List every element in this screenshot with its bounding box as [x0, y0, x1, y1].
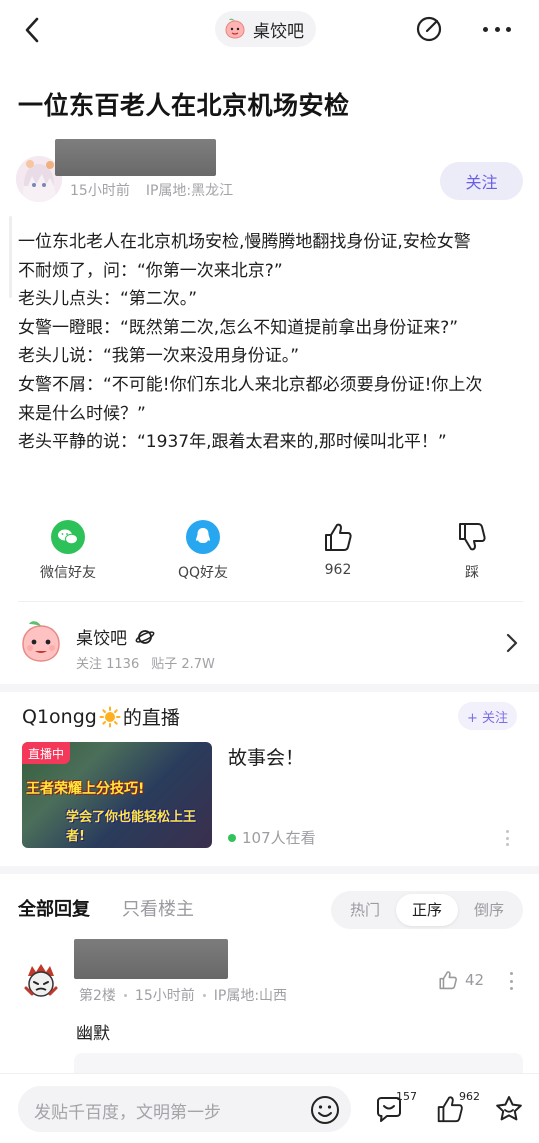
- viewer-count: 107人在看: [242, 829, 316, 847]
- more-dot-icon: [506, 26, 511, 32]
- emoji-icon[interactable]: [309, 1094, 341, 1126]
- top-bar: 桌饺吧: [0, 0, 539, 60]
- forum-card-name-row: 桌饺吧: [76, 624, 155, 649]
- comment-ip: IP属地:山西: [213, 988, 288, 1004]
- body-line: 不耐烦了，问：“你第一次来北京?”: [18, 260, 283, 281]
- body-line: 一位东北老人在北京机场安检,慢腾腾地翻找身份证,安检女警: [18, 232, 471, 252]
- edit-icon: [416, 16, 442, 42]
- sort-ascending[interactable]: 正序: [396, 894, 458, 926]
- sort-descending[interactable]: 倒序: [458, 894, 520, 926]
- reply-tabs: 全部回复 只看楼主: [18, 895, 194, 921]
- forum-card-stats: 关注 1136 贴子 2.7W: [76, 653, 215, 672]
- tab-all-replies[interactable]: 全部回复: [18, 895, 90, 921]
- cartoon-avatar-icon: [18, 958, 64, 1004]
- body-line: 来是什么时候？”: [18, 403, 146, 424]
- share-qq-label: QQ好友: [177, 565, 229, 581]
- edit-button[interactable]: [414, 14, 444, 44]
- quote-bar: [9, 216, 12, 298]
- forum-pill-name: 桌饺吧: [253, 21, 304, 42]
- reply-placeholder: 发贴千百度，文明第一步: [34, 1103, 221, 1123]
- back-button[interactable]: [18, 14, 48, 46]
- more-dot-icon: [483, 26, 488, 32]
- live-header-suffix: 的直播: [122, 707, 180, 729]
- body-line: 老头平静的说：“1937年,跟着太君来的,那时候叫北平！”: [18, 432, 447, 453]
- post-body: 一位东北老人在北京机场安检,慢腾腾地翻找身份证,安检女警 不耐烦了，问：“你第一…: [18, 228, 523, 457]
- share-actions: 微信好友 QQ好友 962 踩: [0, 520, 539, 582]
- live-viewers: 107人在看: [228, 827, 316, 848]
- share-wechat-label: 微信好友: [40, 565, 96, 581]
- post-title: 一位东百老人在北京机场安检: [18, 91, 350, 120]
- follow-button[interactable]: 关注: [440, 162, 523, 200]
- comment-like-button[interactable]: 42: [437, 969, 484, 991]
- comment-like-count: 42: [465, 971, 485, 989]
- separator-dot: [202, 993, 206, 997]
- forum-followers: 关注 1136: [76, 657, 140, 672]
- thumbnail-caption-2: 学会了你也能轻松上王者!: [66, 810, 197, 844]
- live-header: Q1ongg 的直播: [22, 703, 180, 730]
- comment-meta: 第2楼 15小时前 IP属地:山西: [79, 985, 287, 1005]
- live-title[interactable]: 故事会！: [228, 743, 304, 770]
- thumb-up-icon: [325, 523, 352, 551]
- commenter-name-redacted: [74, 939, 228, 979]
- forum-logo-icon: [22, 621, 60, 662]
- comment-time: 15小时前: [134, 988, 195, 1004]
- thumb-down-icon: [459, 523, 486, 551]
- streamer-name: Q1ongg: [22, 705, 97, 728]
- live-follow-button[interactable]: + 关注: [458, 702, 517, 730]
- like-count: 962: [324, 562, 352, 578]
- live-thumbnail[interactable]: 直播中 王者荣耀上分技巧! 学会了你也能轻松上王者!: [22, 742, 212, 848]
- separator-dot: [123, 993, 127, 997]
- dislike-button[interactable]: 踩: [422, 520, 522, 582]
- share-wechat-button[interactable]: 微信好友: [18, 520, 118, 582]
- comment-more-button[interactable]: [510, 972, 514, 990]
- chevron-left-icon: [25, 17, 39, 43]
- forum-card[interactable]: 桌饺吧 关注 1136 贴子 2.7W: [0, 612, 539, 676]
- dislike-label: 踩: [465, 565, 479, 581]
- body-line: 老头儿点头：“第二次。”: [18, 289, 198, 310]
- qq-icon: [186, 520, 220, 554]
- more-dot-icon: [494, 26, 500, 32]
- chevron-right-icon: [506, 633, 518, 653]
- section-gap: [0, 684, 539, 692]
- live-badge: 直播中: [22, 742, 71, 764]
- planet-icon: [135, 629, 155, 644]
- sun-icon: [99, 706, 121, 727]
- share-qq-button[interactable]: QQ好友: [153, 520, 253, 582]
- live-more-button[interactable]: [506, 830, 510, 846]
- thumb-up-icon: [439, 971, 457, 990]
- like-button[interactable]: 962: [288, 520, 388, 578]
- wechat-icon: [51, 520, 85, 554]
- forum-posts: 贴子 2.7W: [151, 657, 215, 672]
- comment-floor: 第2楼: [79, 988, 116, 1004]
- forum-pill[interactable]: 桌饺吧: [215, 11, 316, 47]
- thumbnail-caption-1: 王者荣耀上分技巧!: [26, 781, 145, 797]
- author-name-redacted: [55, 139, 216, 176]
- body-line: 老头儿说：“我第一次来没用身份证。”: [18, 346, 300, 367]
- sort-hot[interactable]: 热门: [334, 894, 396, 926]
- peach-logo-icon: [225, 18, 245, 39]
- bottom-bar: 发贴千百度，文明第一步 157 962: [0, 1073, 539, 1143]
- reply-input[interactable]: 发贴千百度，文明第一步: [18, 1086, 351, 1132]
- body-line: 女警一瞪眼：“既然第二次,怎么不知道提前拿出身份证来?”: [18, 317, 459, 338]
- tab-op-only[interactable]: 只看楼主: [122, 895, 194, 921]
- bottom-like-count: 962: [459, 1090, 480, 1103]
- live-dot-icon: [228, 833, 236, 842]
- author-ip: IP属地:黑龙江: [145, 183, 234, 199]
- author-meta: 15小时前 IP属地:黑龙江: [70, 180, 233, 200]
- comment-text: 幽默: [76, 1024, 110, 1044]
- more-button[interactable]: [480, 16, 514, 42]
- star-icon[interactable]: [493, 1093, 525, 1125]
- section-gap: [0, 866, 539, 874]
- post-time: 15小时前: [70, 183, 130, 199]
- divider: [18, 601, 523, 602]
- sort-segmented-control: 热门 正序 倒序: [331, 891, 523, 929]
- forum-card-name: 桌饺吧: [76, 629, 127, 649]
- commenter-avatar[interactable]: [18, 958, 64, 1004]
- bottom-comment-count: 157: [396, 1090, 417, 1103]
- body-line: 女警不屑：“不可能!你们东北人来北京都必须要身份证!你上次: [18, 374, 483, 395]
